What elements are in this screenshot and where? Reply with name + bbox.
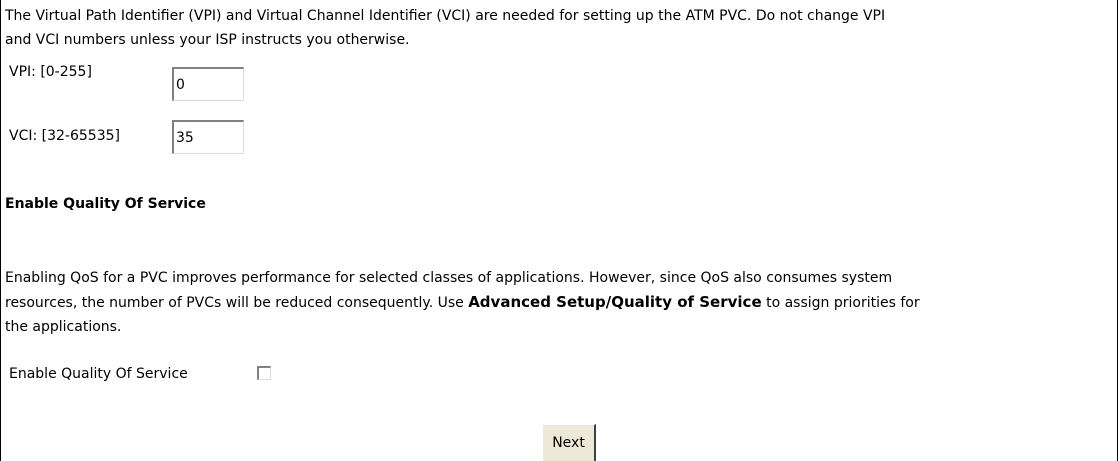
vpi-label: VPI: [0-255]: [9, 64, 92, 80]
intro-line-2: and VCI numbers unless your ISP instruct…: [5, 32, 410, 48]
content-frame: The Virtual Path Identifier (VPI) and Vi…: [0, 0, 1118, 461]
vci-input[interactable]: [172, 120, 244, 154]
qos-checkbox-label: Enable Quality Of Service: [9, 366, 188, 382]
next-button[interactable]: Next: [542, 424, 596, 461]
qos-desc-line-2-pre: resources, the number of PVCs will be re…: [5, 295, 469, 311]
qos-desc-line-3: the applications.: [5, 319, 122, 335]
advanced-setup-qos-reference: Advanced Setup/Quality of Service: [468, 293, 762, 311]
qos-desc-line-1: Enabling QoS for a PVC improves performa…: [5, 270, 893, 286]
intro-line-1: The Virtual Path Identifier (VPI) and Vi…: [5, 8, 886, 24]
qos-desc-line-2: resources, the number of PVCs will be re…: [5, 290, 1117, 315]
intro-text: The Virtual Path Identifier (VPI) and Vi…: [5, 4, 1117, 52]
qos-heading: Enable Quality Of Service: [5, 196, 206, 212]
enable-qos-checkbox[interactable]: [257, 366, 271, 380]
qos-description: Enabling QoS for a PVC improves performa…: [5, 266, 1117, 339]
vpi-input[interactable]: [172, 67, 244, 101]
vci-label: VCI: [32-65535]: [9, 128, 120, 144]
qos-desc-line-2-post: to assign priorities for: [761, 295, 920, 311]
